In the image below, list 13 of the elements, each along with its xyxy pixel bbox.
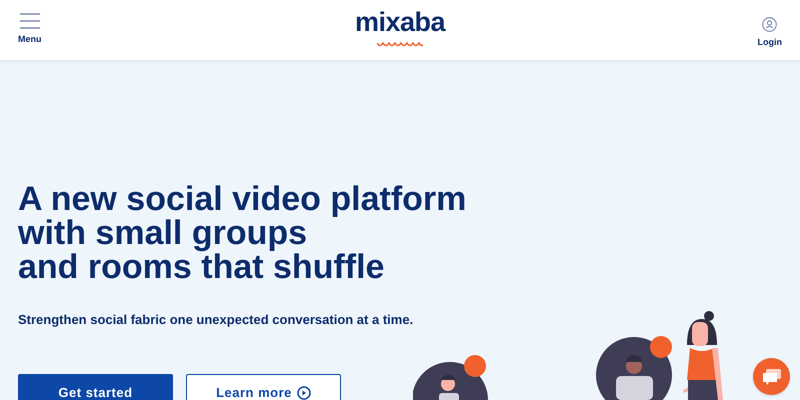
menu-icon bbox=[18, 13, 41, 30]
get-started-button[interactable]: Get started bbox=[18, 374, 173, 400]
learn-more-button[interactable]: Learn more bbox=[186, 374, 341, 400]
login-button[interactable]: Login bbox=[758, 16, 782, 50]
chat-button[interactable] bbox=[753, 358, 790, 395]
user-icon bbox=[762, 16, 778, 32]
play-icon bbox=[296, 386, 311, 400]
logo[interactable]: mixaba bbox=[354, 9, 446, 36]
wave-icon bbox=[377, 42, 423, 48]
subtitle: Strengthen social fabric one unexpected conversation at a time. bbox=[18, 311, 414, 329]
chat-icon bbox=[762, 368, 782, 386]
menu-button[interactable]: Menu bbox=[18, 13, 42, 47]
headline: A new social video platform with small groups and rooms that shuffle bbox=[18, 182, 468, 284]
